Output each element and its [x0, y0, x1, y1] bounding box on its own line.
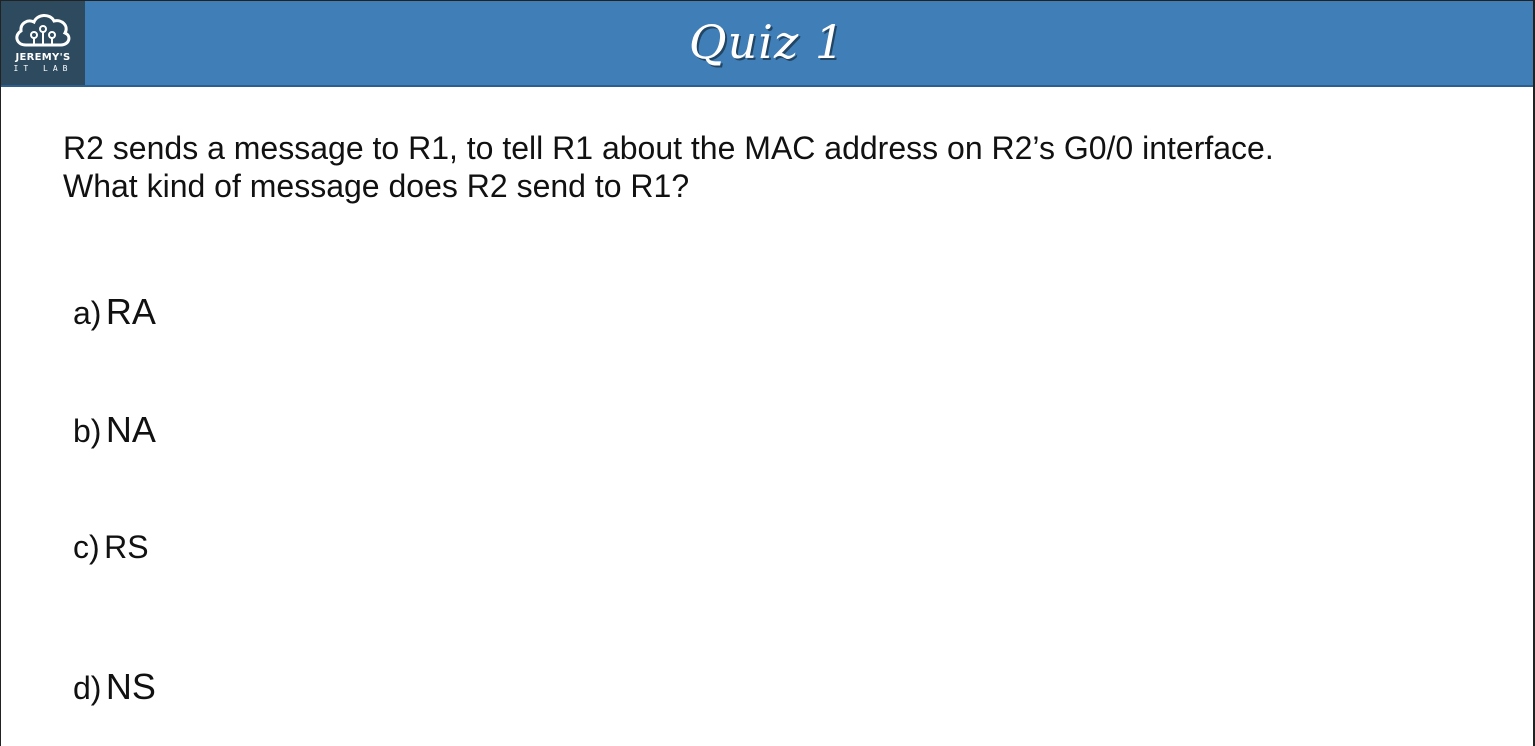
option-label: NA — [105, 409, 156, 450]
option-letter: c) — [73, 529, 100, 565]
slide-title: Quiz 1 — [688, 15, 846, 69]
question-line-2: What kind of message does R2 send to R1? — [63, 168, 690, 204]
question-line-1: R2 sends a message to R1, to tell R1 abo… — [63, 130, 1274, 166]
option-letter: a) — [73, 295, 102, 331]
option-label: NS — [105, 666, 156, 707]
option-label: RS — [104, 529, 149, 565]
option-d[interactable]: d) NS — [73, 666, 156, 708]
option-letter: b) — [73, 413, 102, 449]
quiz-slide: JEREMY'S IT LAB Quiz 1 R2 sends a messag… — [0, 0, 1535, 746]
option-label: RA — [105, 291, 156, 332]
option-letter: d) — [73, 670, 102, 706]
question-text: R2 sends a message to R1, to tell R1 abo… — [63, 129, 1503, 205]
option-c[interactable]: c) RS — [73, 529, 149, 566]
header-bar: JEREMY'S IT LAB Quiz 1 — [1, 1, 1533, 87]
option-a[interactable]: a) RA — [73, 291, 156, 333]
option-b[interactable]: b) NA — [73, 409, 156, 451]
